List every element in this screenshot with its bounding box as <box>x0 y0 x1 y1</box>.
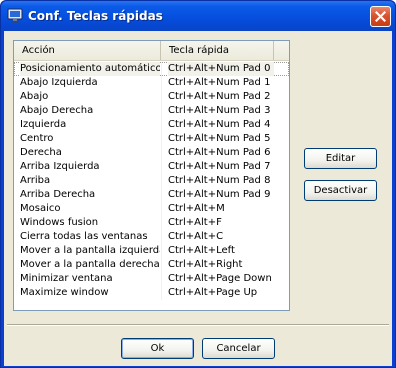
action-cell: Arriba Izquierda <box>20 161 100 172</box>
monitor-icon <box>7 8 23 23</box>
shortcut-cell: Ctrl+Alt+Page Down <box>168 273 272 284</box>
shortcut-cell: Ctrl+Alt+C <box>168 231 224 242</box>
shortcut-cell: Ctrl+Alt+Num Pad 5 <box>168 133 271 144</box>
table-body: Posicionamiento automático Ctrl+Alt+Num P… <box>14 62 289 300</box>
action-cell: Maximize window <box>20 287 109 298</box>
column-header-shortcut[interactable]: Tecla rápida <box>161 41 274 60</box>
ok-button[interactable]: Ok <box>121 338 194 359</box>
shortcut-cell: Ctrl+Alt+Num Pad 1 <box>168 77 271 88</box>
action-cell: Abajo Derecha <box>20 105 94 116</box>
table-row[interactable]: Abajo Ctrl+Alt+Num Pad 2 <box>14 90 289 104</box>
shortcut-cell: Ctrl+Alt+Left <box>168 245 235 256</box>
table-row[interactable]: Mosaico Ctrl+Alt+M <box>14 202 289 216</box>
shortcut-cell: Ctrl+Alt+Num Pad 0 <box>168 62 274 76</box>
table-row[interactable]: Arriba Izquierda Ctrl+Alt+Num Pad 7 <box>14 160 289 174</box>
shortcut-cell: Ctrl+Alt+M <box>168 203 225 214</box>
action-cell: Mover a la pantalla izquierda <box>20 245 160 256</box>
action-cell: Windows fusion <box>20 217 99 228</box>
table-header: Acción Tecla rápida <box>14 41 289 61</box>
shortcut-cell: Ctrl+Alt+Num Pad 6 <box>168 147 271 158</box>
table-row[interactable]: Posicionamiento automático Ctrl+Alt+Num P… <box>14 62 289 76</box>
action-cell: Derecha <box>20 147 62 158</box>
action-cell: Abajo Izquierda <box>20 77 98 88</box>
action-cell: Cierra todas las ventanas <box>20 231 148 242</box>
table-row[interactable]: Centro Ctrl+Alt+Num Pad 5 <box>14 132 289 146</box>
action-cell: Minimizar ventana <box>20 273 113 284</box>
close-button[interactable] <box>370 6 391 27</box>
action-cell: Posicionamiento automático <box>20 62 160 76</box>
shortcut-cell: Ctrl+Alt+Page Up <box>168 287 258 298</box>
table-row[interactable]: Windows fusion Ctrl+Alt+F <box>14 216 289 230</box>
dialog-window: Conf. Teclas rápidas Acción Tecla rápida… <box>0 0 396 368</box>
action-cell: Izquierda <box>20 119 67 130</box>
shortcut-cell: Ctrl+Alt+Num Pad 9 <box>168 189 271 200</box>
shortcut-cell: Ctrl+Alt+Num Pad 4 <box>168 119 271 130</box>
shortcut-cell: Ctrl+Alt+Num Pad 2 <box>168 91 271 102</box>
column-header-filler <box>274 41 289 60</box>
table-row[interactable]: Izquierda Ctrl+Alt+Num Pad 4 <box>14 118 289 132</box>
edit-button[interactable]: Editar <box>304 148 377 169</box>
table-row[interactable]: Derecha Ctrl+Alt+Num Pad 6 <box>14 146 289 160</box>
title-bar[interactable]: Conf. Teclas rápidas <box>1 1 395 31</box>
shortcut-cell: Ctrl+Alt+Right <box>168 259 243 270</box>
cancel-button[interactable]: Cancelar <box>202 338 275 359</box>
shortcut-cell: Ctrl+Alt+Num Pad 3 <box>168 105 271 116</box>
shortcuts-table: Acción Tecla rápida Posicionamiento auto… <box>13 40 290 311</box>
action-cell: Mover a la pantalla derecha <box>20 259 160 270</box>
table-row[interactable]: Abajo Derecha Ctrl+Alt+Num Pad 3 <box>14 104 289 118</box>
footer-separator <box>7 324 389 326</box>
close-icon <box>375 11 386 22</box>
table-row[interactable]: Arriba Derecha Ctrl+Alt+Num Pad 9 <box>14 188 289 202</box>
action-cell: Mosaico <box>20 203 61 214</box>
shortcut-cell: Ctrl+Alt+Num Pad 7 <box>168 161 271 172</box>
table-row[interactable]: Cierra todas las ventanas Ctrl+Alt+C <box>14 230 289 244</box>
table-row[interactable]: Minimizar ventana Ctrl+Alt+Page Down <box>14 272 289 286</box>
shortcut-cell: Ctrl+Alt+F <box>168 217 222 228</box>
table-row[interactable]: Mover a la pantalla derecha Ctrl+Alt+Righ… <box>14 258 289 272</box>
disable-button[interactable]: Desactivar <box>304 180 377 201</box>
table-row[interactable]: Arriba Ctrl+Alt+Num Pad 8 <box>14 174 289 188</box>
table-row[interactable]: Maximize window Ctrl+Alt+Page Up <box>14 286 289 300</box>
window-title: Conf. Teclas rápidas <box>28 9 163 23</box>
shortcut-cell: Ctrl+Alt+Num Pad 8 <box>168 175 271 186</box>
dialog-client-area: Acción Tecla rápida Posicionamiento auto… <box>4 31 392 366</box>
column-header-action[interactable]: Acción <box>14 41 161 60</box>
action-cell: Arriba <box>20 175 51 186</box>
action-cell: Abajo <box>20 91 49 102</box>
table-row[interactable]: Mover a la pantalla izquierda Ctrl+Alt+Le… <box>14 244 289 258</box>
table-row[interactable]: Abajo Izquierda Ctrl+Alt+Num Pad 1 <box>14 76 289 90</box>
action-cell: Arriba Derecha <box>20 189 96 200</box>
action-cell: Centro <box>20 133 54 144</box>
